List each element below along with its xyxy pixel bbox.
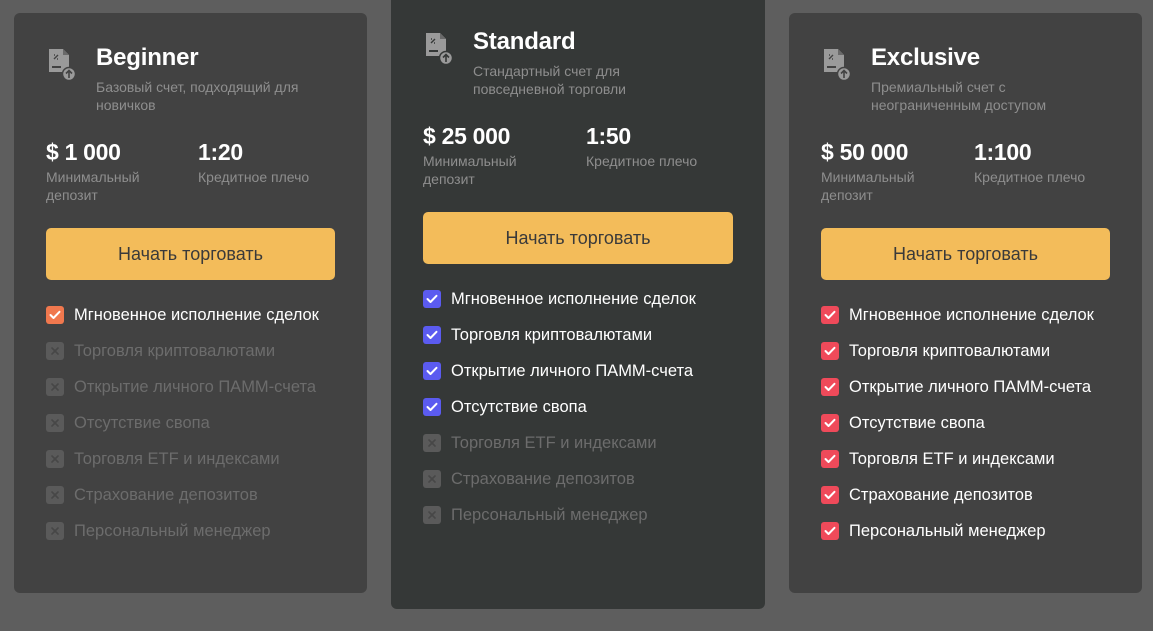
feature-item: Торговля ETF и индексами <box>46 449 346 469</box>
feature-label: Торговля ETF и индексами <box>74 450 280 468</box>
feature-item: Торговля ETF и индексами <box>423 433 743 453</box>
document-upload-icon <box>423 31 455 66</box>
deposit-label: Минимальный депозит <box>46 169 140 203</box>
leverage-label: Кредитное плечо <box>586 153 698 169</box>
feature-label: Торговля криптовалютами <box>74 342 276 360</box>
checkbox-disabled-icon <box>423 434 441 452</box>
feature-item: Мгновенное исполнение сделок <box>423 289 743 309</box>
checkbox-checked-icon <box>423 290 441 308</box>
feature-item: Страхование депозитов <box>821 485 1121 505</box>
feature-item: Персональный менеджер <box>46 521 346 541</box>
feature-label: Торговля ETF и индексами <box>849 450 1055 468</box>
feature-list: Мгновенное исполнение сделок Торговля кри… <box>821 305 1121 557</box>
feature-item: Страхование депозитов <box>46 485 346 505</box>
feature-label: Отсутствие свопа <box>451 398 587 416</box>
plan-card-exclusive: Exclusive Премиальный счет с неограничен… <box>789 13 1142 593</box>
feature-label: Торговля криптовалютами <box>451 326 653 344</box>
leverage-value: 1:100 <box>974 139 1032 165</box>
feature-label: Открытие личного ПАММ-счета <box>451 362 694 380</box>
feature-label: Мгновенное исполнение сделок <box>74 306 319 324</box>
checkbox-disabled-icon <box>46 450 64 468</box>
checkbox-disabled-icon <box>423 506 441 524</box>
checkbox-checked-icon <box>821 342 839 360</box>
checkbox-disabled-icon <box>46 522 64 540</box>
checkbox-checked-icon <box>821 522 839 540</box>
plan-name: Exclusive <box>871 44 980 71</box>
deposit-label: Минимальный депозит <box>821 169 915 203</box>
checkbox-checked-icon <box>821 414 839 432</box>
document-upload-icon <box>821 47 853 82</box>
feature-item: Торговля ETF и индексами <box>821 449 1121 469</box>
checkbox-checked-icon <box>423 362 441 380</box>
checkbox-disabled-icon <box>46 378 64 396</box>
plan-description: Стандартный счет для повседневной торгов… <box>473 63 626 97</box>
feature-label: Торговля криптовалютами <box>849 342 1051 360</box>
plan-name: Standard <box>473 28 576 55</box>
feature-item: Торговля криптовалютами <box>46 341 346 361</box>
deposit-value: $ 1 000 <box>46 139 121 165</box>
feature-label: Отсутствие свопа <box>849 414 985 432</box>
leverage-value: 1:50 <box>586 123 631 149</box>
checkbox-checked-icon <box>821 306 839 324</box>
start-trading-button[interactable]: Начать торговать <box>423 212 733 264</box>
checkbox-checked-icon <box>821 450 839 468</box>
checkbox-checked-icon <box>423 398 441 416</box>
plan-card-beginner: Beginner Базовый счет, подходящий для но… <box>14 13 367 593</box>
checkbox-checked-icon <box>821 378 839 396</box>
plan-name: Beginner <box>96 44 199 71</box>
checkbox-checked-icon <box>821 486 839 504</box>
feature-label: Торговля ETF и индексами <box>451 434 657 452</box>
start-trading-button[interactable]: Начать торговать <box>46 228 335 280</box>
deposit-value: $ 50 000 <box>821 139 909 165</box>
feature-label: Отсутствие свопа <box>74 414 210 432</box>
deposit-label: Минимальный депозит <box>423 153 517 187</box>
feature-item: Страхование депозитов <box>423 469 743 489</box>
plan-description: Базовый счет, подходящий для новичков <box>96 79 299 113</box>
start-trading-button[interactable]: Начать торговать <box>821 228 1110 280</box>
feature-list: Мгновенное исполнение сделок Торговля кри… <box>46 305 346 557</box>
feature-label: Мгновенное исполнение сделок <box>451 290 696 308</box>
feature-label: Открытие личного ПАММ-счета <box>74 378 317 396</box>
checkbox-disabled-icon <box>46 486 64 504</box>
checkbox-disabled-icon <box>46 414 64 432</box>
feature-item: Торговля криптовалютами <box>423 325 743 345</box>
checkbox-checked-icon <box>423 326 441 344</box>
leverage-value: 1:20 <box>198 139 243 165</box>
feature-label: Мгновенное исполнение сделок <box>849 306 1094 324</box>
feature-label: Персональный менеджер <box>849 522 1046 540</box>
feature-list: Мгновенное исполнение сделок Торговля кри… <box>423 289 743 541</box>
feature-label: Персональный менеджер <box>74 522 271 540</box>
feature-label: Страхование депозитов <box>849 486 1033 504</box>
feature-label: Открытие личного ПАММ-счета <box>849 378 1092 396</box>
feature-item: Персональный менеджер <box>423 505 743 525</box>
document-upload-icon <box>46 47 78 82</box>
feature-item: Открытие личного ПАММ-счета <box>423 361 743 381</box>
feature-item: Персональный менеджер <box>821 521 1121 541</box>
feature-item: Отсутствие свопа <box>423 397 743 417</box>
feature-item: Мгновенное исполнение сделок <box>821 305 1121 325</box>
deposit-value: $ 25 000 <box>423 123 511 149</box>
checkbox-disabled-icon <box>46 342 64 360</box>
feature-item: Отсутствие свопа <box>46 413 346 433</box>
checkbox-disabled-icon <box>423 470 441 488</box>
feature-item: Открытие личного ПАММ-счета <box>821 377 1121 397</box>
leverage-label: Кредитное плечо <box>974 169 1086 185</box>
feature-item: Торговля криптовалютами <box>821 341 1121 361</box>
leverage-label: Кредитное плечо <box>198 169 310 185</box>
plan-card-standard: Standard Стандартный счет для повседневн… <box>391 0 765 609</box>
plan-description: Премиальный счет с неограниченным доступ… <box>871 79 1047 113</box>
checkbox-checked-icon <box>46 306 64 324</box>
feature-label: Страхование депозитов <box>74 486 258 504</box>
feature-label: Персональный менеджер <box>451 506 648 524</box>
feature-item: Отсутствие свопа <box>821 413 1121 433</box>
feature-label: Страхование депозитов <box>451 470 635 488</box>
feature-item: Открытие личного ПАММ-счета <box>46 377 346 397</box>
feature-item: Мгновенное исполнение сделок <box>46 305 346 325</box>
